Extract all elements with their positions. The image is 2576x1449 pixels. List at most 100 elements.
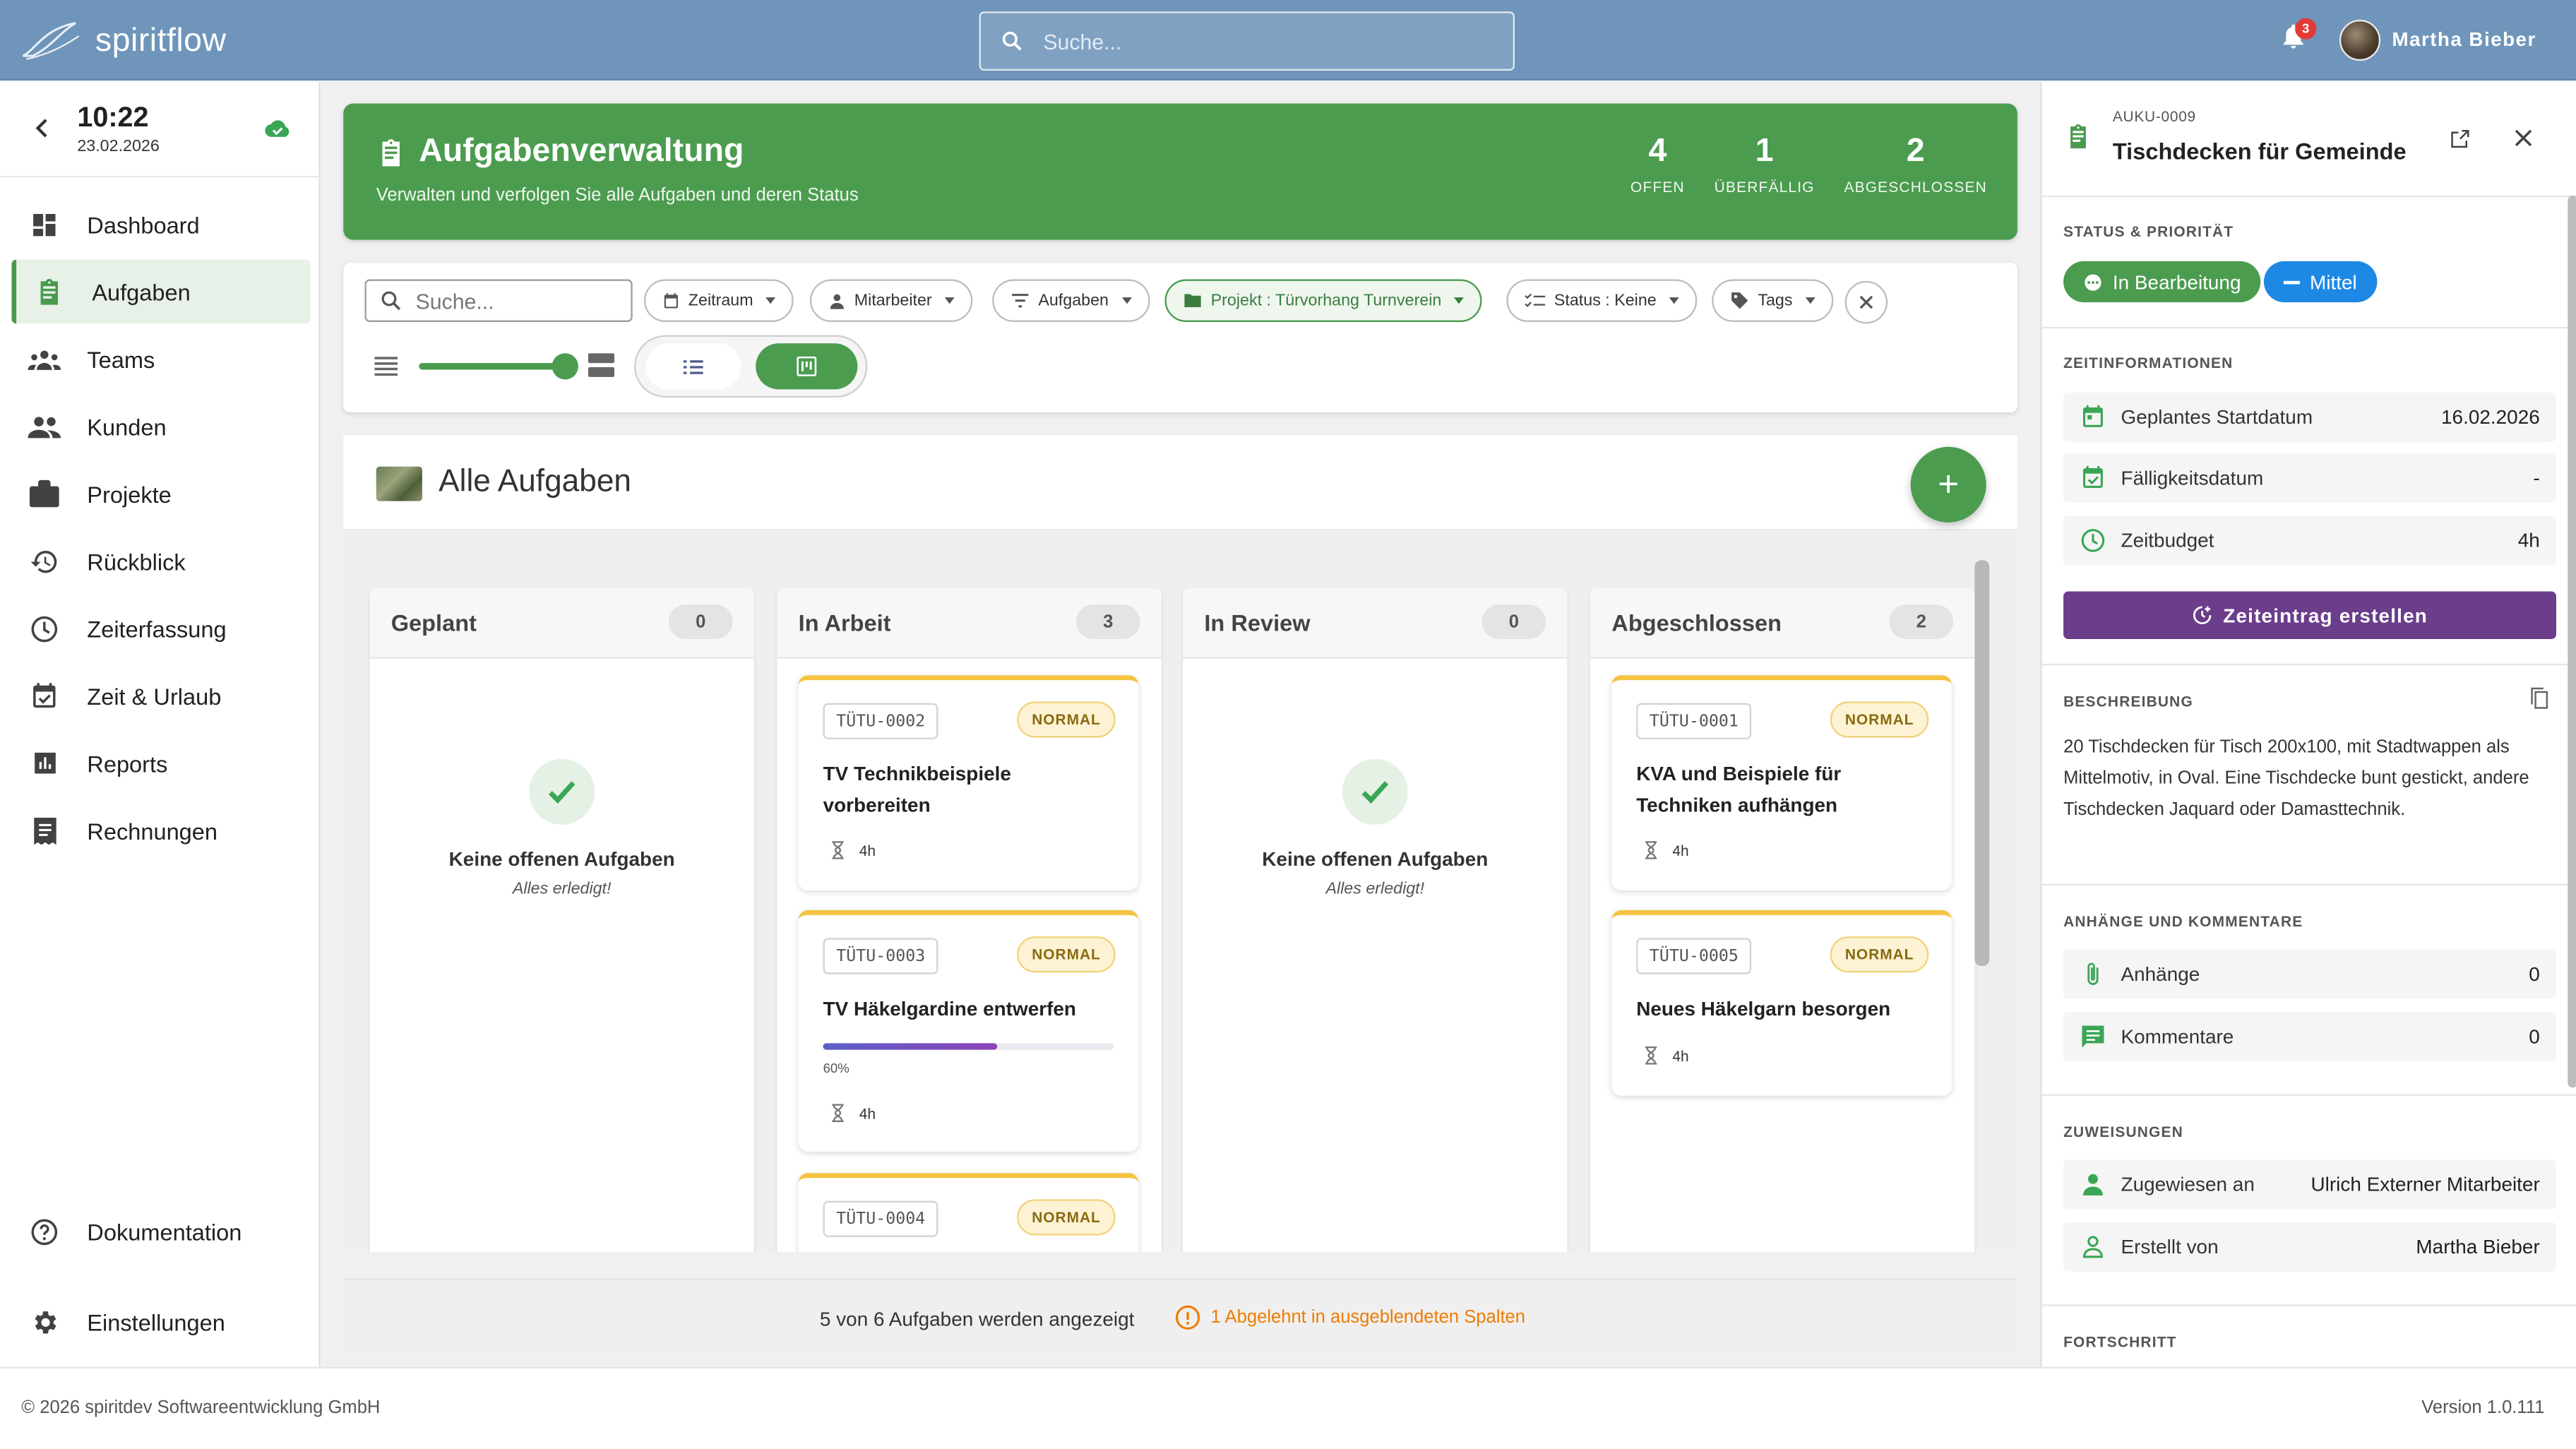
section-heading: ZEITINFORMATIONEN: [2063, 354, 2234, 371]
task-card[interactable]: TÜTU-0001 NORMAL KVA und Beispiele für T…: [1611, 675, 1952, 890]
nav-reports[interactable]: Reports: [11, 731, 310, 795]
user-avatar[interactable]: [2339, 19, 2381, 61]
column-name: Geplant: [390, 609, 477, 636]
person-icon: [2083, 1174, 2103, 1195]
row-comments[interactable]: Kommentare 0: [2063, 1012, 2557, 1061]
list-view-button[interactable]: [645, 343, 741, 390]
density-slider-handle[interactable]: [551, 353, 578, 380]
hourglass-icon: [1645, 1046, 1657, 1065]
nav-projekte[interactable]: Projekte: [11, 462, 310, 526]
priority-badge: NORMAL: [1017, 936, 1116, 973]
column-header: In Arbeit 3: [777, 588, 1162, 659]
check-icon: [1342, 758, 1408, 825]
clipboard-icon: [382, 138, 400, 166]
add-task-button[interactable]: +: [1910, 446, 1986, 523]
page-subtitle: Verwalten und verfolgen Sie alle Aufgabe…: [376, 185, 859, 205]
warning-text: 1 Abgelehnt in ausgeblendeten Spalten: [1210, 1307, 1526, 1328]
copy-description-button[interactable]: [2528, 686, 2549, 710]
task-progress-fill: [823, 1043, 998, 1050]
clock-time: 10:22: [77, 102, 149, 133]
close-icon: [2515, 129, 2532, 147]
comfortable-density-icon[interactable]: [588, 353, 615, 378]
row-due-date: Fälligkeitsdatum -: [2063, 453, 2557, 503]
chip-label: Zeitraum: [688, 291, 753, 310]
task-search-input[interactable]: [415, 288, 613, 314]
close-panel-button[interactable]: [2514, 128, 2534, 148]
nav-label: Zeiterfassung: [87, 615, 227, 642]
column-header: In Review 0: [1183, 588, 1568, 659]
board-view-button[interactable]: [756, 343, 858, 390]
column-header: Abgeschlossen 2: [1590, 588, 1975, 659]
nav-dashboard[interactable]: Dashboard: [11, 192, 310, 256]
filter-aufgaben[interactable]: Aufgaben: [992, 279, 1150, 322]
column-count: 2: [1889, 604, 1954, 640]
filter-projekt[interactable]: Projekt : Türvorhang Turnverein: [1164, 279, 1483, 322]
clear-filters-button[interactable]: [1844, 280, 1888, 324]
row-assigned-to: Zugewiesen an Ulrich Externer Mitarbeite…: [2063, 1159, 2557, 1210]
task-time: 4h: [1645, 841, 1689, 859]
collapse-sidebar-button[interactable]: [33, 117, 53, 140]
global-search[interactable]: [979, 11, 1515, 71]
app-logo[interactable]: spiritflow: [20, 20, 227, 62]
stat-label: ABGESCHLOSSEN: [1844, 179, 1987, 196]
nav-teams[interactable]: Teams: [11, 327, 310, 391]
task-card[interactable]: TÜTU-0005 NORMAL Neues Häkelgarn besorge…: [1611, 910, 1952, 1096]
nav-aufgaben[interactable]: Aufgaben: [11, 259, 311, 324]
nav-kunden[interactable]: Kunden: [11, 394, 310, 458]
section-heading: FORTSCHRITT: [2063, 1334, 2177, 1351]
status-pill[interactable]: In Bearbeitung: [2063, 261, 2261, 303]
hidden-columns-warning[interactable]: 1 Abgelehnt in ausgeblendeten Spalten: [1174, 1304, 1525, 1330]
filter-tags[interactable]: Tags: [1712, 279, 1834, 322]
bar-chart-icon: [28, 746, 61, 780]
compact-density-icon[interactable]: [374, 357, 398, 376]
empty-title: Keine offenen Aufgaben: [1262, 847, 1489, 871]
column-header: Geplant 0: [369, 588, 754, 659]
search-icon: [1002, 31, 1022, 51]
task-card[interactable]: TÜTU-0004 NORMAL: [798, 1173, 1139, 1252]
density-slider[interactable]: [419, 363, 571, 370]
panel-scrollbar[interactable]: [2568, 195, 2576, 1088]
row-label: Geplantes Startdatum: [2121, 405, 2313, 429]
nav-rueckblick[interactable]: Rückblick: [11, 529, 310, 593]
stat-label: ÜBERFÄLLIG: [1714, 179, 1815, 196]
open-in-new-button[interactable]: [2450, 128, 2471, 149]
pending-icon: [2085, 273, 2101, 290]
filter-status[interactable]: Status : Keine: [1506, 279, 1698, 322]
column-name: In Review: [1204, 609, 1311, 636]
time-value: 4h: [859, 1104, 876, 1121]
empty-state: Keine offenen Aufgaben Alles erledigt!: [1183, 758, 1567, 899]
row-attachments[interactable]: Anhänge 0: [2063, 949, 2557, 999]
page-title-text: Aufgabenverwaltung: [419, 133, 744, 169]
task-title: Neues Häkelgarn besorgen: [1636, 997, 1891, 1020]
filter-mitarbeiter[interactable]: Mitarbeiter: [809, 279, 973, 322]
shown-count-text: 5 von 6 Aufgaben werden angezeigt: [819, 1307, 1135, 1331]
priority-pill[interactable]: Mittel: [2263, 261, 2377, 303]
open-in-new-icon: [2451, 129, 2469, 148]
nav-einstellungen[interactable]: Einstellungen: [11, 1289, 310, 1354]
task-card[interactable]: TÜTU-0003 NORMAL TV Häkelgardine entwerf…: [798, 910, 1139, 1152]
user-name[interactable]: Martha Bieber: [2392, 28, 2536, 52]
section-heading: BESCHREIBUNG: [2063, 693, 2193, 710]
nav-dokumentation[interactable]: Dokumentation: [11, 1199, 310, 1263]
chip-label: Projekt : Türvorhang Turnverein: [1210, 291, 1442, 310]
hourglass-icon: [832, 841, 844, 859]
nav-rechnungen[interactable]: Rechnungen: [11, 799, 310, 863]
row-value: -: [2533, 466, 2540, 490]
row-value: 16.02.2026: [2441, 405, 2540, 429]
empty-state: Keine offenen Aufgaben Alles erledigt!: [369, 758, 753, 899]
nav-zeiterfassung[interactable]: Zeiterfassung: [11, 597, 310, 661]
create-time-entry-button[interactable]: Zeiteintrag erstellen: [2063, 591, 2557, 640]
kanban-board: Geplant 0 Keine offenen Aufgaben Alles e…: [343, 532, 2017, 1252]
nav-zeit-urlaub[interactable]: Zeit & Urlaub: [11, 664, 310, 728]
task-search[interactable]: [364, 279, 633, 322]
section-heading: STATUS & PRIORITÄT: [2063, 223, 2234, 240]
task-card[interactable]: TÜTU-0002 NORMAL TV Technikbeispiele vor…: [798, 675, 1139, 890]
board-scrollbar[interactable]: [1974, 560, 1990, 966]
global-search-input[interactable]: [1043, 28, 1471, 54]
paperclip-icon: [2087, 962, 2099, 985]
kanban-icon: [797, 356, 817, 376]
filter-zeitraum[interactable]: Zeitraum: [643, 279, 794, 322]
section-heading: ZUWEISUNGEN: [2063, 1123, 2183, 1140]
task-detail-panel: AUKU-0009 Tischdecken für Gemeinde STATU…: [2040, 82, 2576, 1367]
chip-label: Aufgaben: [1038, 291, 1109, 310]
